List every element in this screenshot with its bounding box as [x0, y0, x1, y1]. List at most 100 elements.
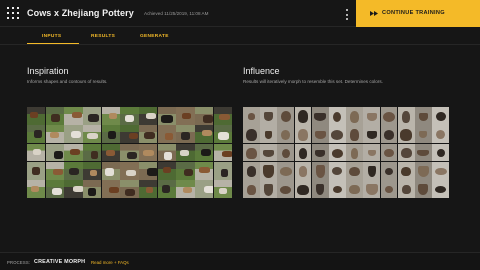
- influence-thumbnail[interactable]: [329, 143, 346, 162]
- inspiration-thumbnail[interactable]: [101, 107, 120, 125]
- influence-thumbnail[interactable]: [311, 161, 329, 180]
- inspiration-thumbnail[interactable]: [213, 180, 232, 198]
- inspiration-thumbnail[interactable]: [120, 107, 139, 125]
- influence-thumbnail[interactable]: [397, 125, 415, 144]
- influence-thumbnail[interactable]: [397, 107, 415, 125]
- inspiration-thumbnail[interactable]: [27, 125, 46, 144]
- inspiration-thumbnail[interactable]: [195, 180, 214, 198]
- inspiration-thumbnail[interactable]: [45, 107, 64, 125]
- influence-thumbnail[interactable]: [277, 143, 295, 162]
- influence-thumbnail[interactable]: [294, 107, 312, 125]
- influence-thumbnail[interactable]: [432, 161, 449, 180]
- influence-thumbnail[interactable]: [277, 161, 295, 180]
- influence-thumbnail[interactable]: [415, 143, 432, 162]
- inspiration-thumbnail[interactable]: [64, 180, 83, 198]
- inspiration-thumbnail[interactable]: [101, 180, 120, 198]
- inspiration-thumbnail[interactable]: [27, 161, 46, 180]
- influence-thumbnail[interactable]: [277, 107, 295, 125]
- inspiration-thumbnail[interactable]: [83, 180, 102, 198]
- inspiration-thumbnail[interactable]: [45, 161, 64, 180]
- inspiration-thumbnail[interactable]: [139, 180, 158, 198]
- influence-thumbnail[interactable]: [260, 161, 277, 180]
- inspiration-thumbnail[interactable]: [45, 143, 64, 162]
- influence-thumbnail[interactable]: [346, 107, 363, 125]
- kebab-menu-icon[interactable]: [346, 9, 349, 20]
- influence-thumbnail[interactable]: [294, 143, 312, 162]
- inspiration-thumbnail[interactable]: [176, 143, 195, 162]
- influence-thumbnail[interactable]: [363, 180, 381, 198]
- inspiration-thumbnail[interactable]: [27, 107, 46, 125]
- influence-thumbnail[interactable]: [243, 180, 260, 198]
- influence-thumbnail[interactable]: [260, 180, 277, 198]
- inspiration-thumbnail[interactable]: [101, 143, 120, 162]
- inspiration-thumbnail[interactable]: [176, 180, 195, 198]
- inspiration-thumbnail[interactable]: [195, 161, 214, 180]
- inspiration-thumbnail[interactable]: [139, 143, 158, 162]
- influence-thumbnail[interactable]: [329, 180, 346, 198]
- influence-thumbnail[interactable]: [380, 125, 398, 144]
- influence-thumbnail[interactable]: [243, 125, 260, 144]
- influence-thumbnail[interactable]: [415, 180, 432, 198]
- influence-thumbnail[interactable]: [397, 161, 415, 180]
- inspiration-thumbnail[interactable]: [157, 143, 176, 162]
- inspiration-thumbnail[interactable]: [139, 161, 158, 180]
- inspiration-thumbnail[interactable]: [101, 125, 120, 144]
- influence-thumbnail[interactable]: [294, 180, 312, 198]
- influence-thumbnail[interactable]: [243, 143, 260, 162]
- inspiration-thumbnail[interactable]: [157, 107, 176, 125]
- influence-thumbnail[interactable]: [432, 143, 449, 162]
- inspiration-thumbnail[interactable]: [27, 143, 46, 162]
- continue-training-button[interactable]: CONTINUE TRAINING: [356, 0, 480, 27]
- influence-thumbnail[interactable]: [277, 125, 295, 144]
- inspiration-thumbnail[interactable]: [45, 125, 64, 144]
- influence-thumbnail[interactable]: [363, 143, 381, 162]
- inspiration-thumbnail[interactable]: [176, 125, 195, 144]
- influence-thumbnail[interactable]: [311, 180, 329, 198]
- inspiration-thumbnail[interactable]: [213, 107, 232, 125]
- influence-thumbnail[interactable]: [363, 161, 381, 180]
- influence-thumbnail[interactable]: [311, 125, 329, 144]
- influence-thumbnail[interactable]: [329, 125, 346, 144]
- influence-thumbnail[interactable]: [380, 180, 398, 198]
- influence-thumbnail[interactable]: [243, 161, 260, 180]
- tab-generate[interactable]: GENERATE: [140, 34, 169, 39]
- influence-thumbnail[interactable]: [397, 180, 415, 198]
- influence-thumbnail[interactable]: [415, 125, 432, 144]
- influence-thumbnail[interactable]: [380, 143, 398, 162]
- inspiration-thumbnail[interactable]: [139, 107, 158, 125]
- influence-thumbnail[interactable]: [277, 180, 295, 198]
- inspiration-thumbnail[interactable]: [157, 161, 176, 180]
- influence-thumbnail[interactable]: [363, 125, 381, 144]
- inspiration-thumbnail[interactable]: [64, 143, 83, 162]
- inspiration-thumbnail[interactable]: [120, 125, 139, 144]
- inspiration-thumbnail[interactable]: [213, 125, 232, 144]
- tab-inputs[interactable]: INPUTS: [42, 34, 61, 39]
- inspiration-thumbnail[interactable]: [213, 161, 232, 180]
- inspiration-thumbnail[interactable]: [27, 180, 46, 198]
- inspiration-thumbnail[interactable]: [157, 180, 176, 198]
- influence-thumbnail[interactable]: [432, 107, 449, 125]
- inspiration-thumbnail[interactable]: [83, 143, 102, 162]
- inspiration-thumbnail[interactable]: [120, 161, 139, 180]
- influence-thumbnail[interactable]: [415, 107, 432, 125]
- influence-thumbnail[interactable]: [311, 107, 329, 125]
- inspiration-thumbnail[interactable]: [64, 107, 83, 125]
- influence-thumbnail[interactable]: [346, 125, 363, 144]
- influence-thumbnail[interactable]: [329, 161, 346, 180]
- influence-thumbnail[interactable]: [432, 180, 449, 198]
- inspiration-thumbnail[interactable]: [176, 107, 195, 125]
- tab-results[interactable]: RESULTS: [91, 34, 115, 39]
- influence-thumbnail[interactable]: [294, 161, 312, 180]
- inspiration-thumbnail[interactable]: [101, 161, 120, 180]
- inspiration-thumbnail[interactable]: [195, 107, 214, 125]
- inspiration-thumbnail[interactable]: [176, 161, 195, 180]
- influence-thumbnail[interactable]: [260, 125, 277, 144]
- influence-thumbnail[interactable]: [243, 107, 260, 125]
- influence-thumbnail[interactable]: [432, 125, 449, 144]
- inspiration-thumbnail[interactable]: [64, 125, 83, 144]
- grid-logo-icon[interactable]: [7, 7, 19, 19]
- influence-thumbnail[interactable]: [294, 125, 312, 144]
- influence-thumbnail[interactable]: [380, 107, 398, 125]
- inspiration-thumbnail[interactable]: [83, 107, 102, 125]
- influence-thumbnail[interactable]: [363, 107, 381, 125]
